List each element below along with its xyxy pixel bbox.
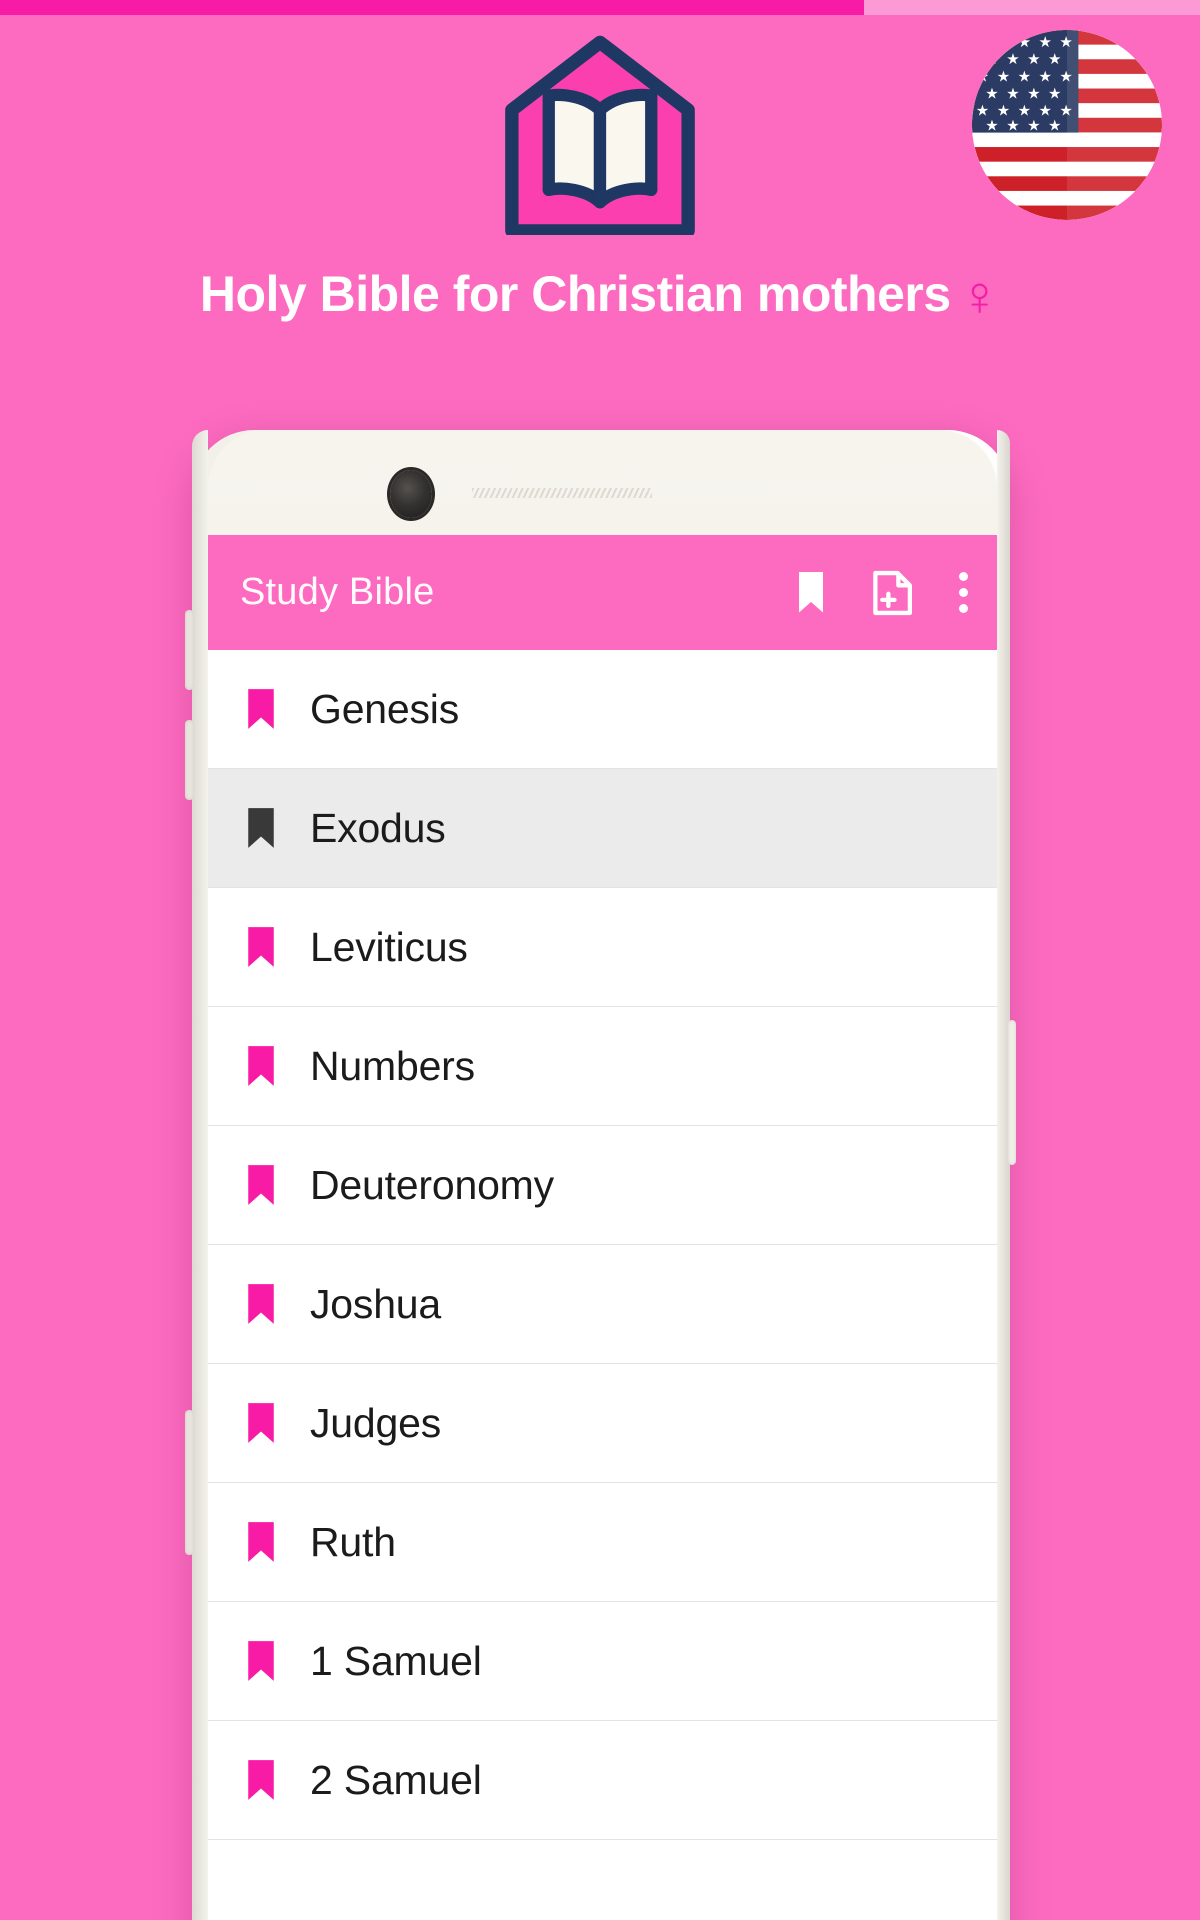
page-title: Holy Bible for Christian mothers ♀ bbox=[0, 260, 1200, 333]
page-title-line2: mothers bbox=[756, 266, 951, 322]
us-flag-icon[interactable]: ★ ★ ★ ★ ★ ★ ★ ★ ★ ★ ★ ★ ★ ★ ★ ★ ★ ★ ★ ★ ★ ★ ★ bbox=[972, 30, 1162, 220]
book-list-item[interactable]: Genesis bbox=[208, 650, 997, 769]
app-store-promo-screenshot: ★ ★ ★ ★ ★ ★ ★ ★ ★ ★ ★ ★ ★ ★ ★ ★ ★ ★ ★ ★ ★ ★ ★ bbox=[0, 0, 1200, 1920]
book-house-logo-icon bbox=[498, 30, 703, 235]
bookmark-icon[interactable] bbox=[244, 686, 278, 732]
bookmark-icon[interactable] bbox=[787, 568, 835, 618]
book-list-item[interactable]: Judges bbox=[208, 1364, 997, 1483]
svg-text:★: ★ bbox=[1039, 68, 1053, 85]
volume-down-button[interactable] bbox=[185, 720, 194, 800]
page-title-line1: Holy Bible for Christian bbox=[199, 266, 744, 322]
svg-text:★: ★ bbox=[1048, 85, 1062, 102]
phone-left-edge bbox=[192, 430, 208, 1920]
svg-text:★: ★ bbox=[1027, 51, 1041, 68]
svg-text:★: ★ bbox=[985, 85, 999, 102]
svg-text:★: ★ bbox=[997, 68, 1011, 85]
book-list-item-label: Exodus bbox=[310, 804, 446, 851]
book-list-item-label: Ruth bbox=[310, 1518, 396, 1565]
svg-text:★: ★ bbox=[1048, 118, 1062, 135]
app-toolbar: Study Bible bbox=[208, 535, 997, 650]
book-list-item-label: Joshua bbox=[310, 1280, 442, 1327]
book-list-item[interactable]: Numbers bbox=[208, 1007, 997, 1126]
book-list-item[interactable]: Joshua bbox=[208, 1245, 997, 1364]
bookmark-icon[interactable] bbox=[244, 1162, 278, 1208]
phone-top-bezel bbox=[208, 430, 997, 535]
book-list-item-label: Deuteronomy bbox=[310, 1161, 554, 1208]
phone-right-edge bbox=[997, 430, 1010, 1920]
book-list-item[interactable]: Ruth bbox=[208, 1483, 997, 1602]
overflow-dot bbox=[958, 588, 968, 597]
bookmark-icon[interactable] bbox=[244, 1400, 278, 1446]
power-button[interactable] bbox=[1008, 1020, 1016, 1165]
overflow-dot bbox=[958, 572, 968, 581]
svg-text:★: ★ bbox=[1039, 34, 1053, 51]
book-list-item-label: Judges bbox=[310, 1399, 442, 1446]
promo-header: ★ ★ ★ ★ ★ ★ ★ ★ ★ ★ ★ ★ ★ ★ ★ ★ ★ ★ ★ ★ ★ ★ ★ bbox=[0, 0, 1200, 430]
svg-text:★: ★ bbox=[985, 51, 999, 68]
app-toolbar-actions bbox=[787, 568, 975, 618]
app-toolbar-title: Study Bible bbox=[240, 571, 435, 613]
svg-text:★: ★ bbox=[985, 118, 999, 135]
book-list-item-label: Leviticus bbox=[310, 923, 468, 970]
venus-symbol-icon: ♀ bbox=[958, 264, 1001, 327]
front-camera-icon bbox=[390, 470, 432, 518]
progress-bar-fill bbox=[0, 0, 864, 15]
book-list-item[interactable]: Exodus bbox=[208, 769, 997, 888]
svg-text:★: ★ bbox=[1027, 85, 1041, 102]
phone-mockup: Study Bible Genesis Exodus Leviticus Num… bbox=[185, 430, 1016, 1920]
svg-text:★: ★ bbox=[1006, 118, 1020, 135]
page-load-progress-bar bbox=[0, 0, 1200, 15]
book-list-item[interactable]: Leviticus bbox=[208, 888, 997, 1007]
book-list-item[interactable]: 1 Samuel bbox=[208, 1602, 997, 1721]
bookmark-icon[interactable] bbox=[244, 1519, 278, 1565]
bookmark-icon[interactable] bbox=[244, 1638, 278, 1684]
bookmark-icon[interactable] bbox=[244, 924, 278, 970]
earpiece-speaker-icon bbox=[472, 488, 652, 498]
book-list-item-label: 1 Samuel bbox=[310, 1637, 482, 1684]
bookmark-icon[interactable] bbox=[244, 1043, 278, 1089]
bookmark-filled-icon[interactable] bbox=[244, 805, 278, 851]
volume-up-button[interactable] bbox=[185, 610, 194, 690]
book-list-item[interactable]: 2 Samuel bbox=[208, 1721, 997, 1840]
overflow-menu-icon[interactable] bbox=[951, 568, 975, 618]
book-list-item-label: 2 Samuel bbox=[310, 1756, 482, 1803]
svg-text:★: ★ bbox=[1018, 34, 1032, 51]
note-add-icon[interactable] bbox=[869, 568, 917, 618]
app-screen: Study Bible Genesis Exodus Leviticus Num… bbox=[208, 535, 997, 1920]
svg-text:★: ★ bbox=[1048, 51, 1062, 68]
bible-book-list[interactable]: Genesis Exodus Leviticus Numbers Deuteronomy… bbox=[208, 650, 997, 1840]
volume-rocker-button[interactable] bbox=[185, 1410, 194, 1555]
svg-text:★: ★ bbox=[1006, 51, 1020, 68]
bookmark-icon[interactable] bbox=[244, 1281, 278, 1327]
svg-text:★: ★ bbox=[1018, 68, 1032, 85]
book-list-item-label: Genesis bbox=[310, 685, 460, 732]
overflow-dot bbox=[958, 604, 968, 613]
svg-text:★: ★ bbox=[1006, 85, 1020, 102]
book-list-item[interactable]: Deuteronomy bbox=[208, 1126, 997, 1245]
bookmark-icon[interactable] bbox=[244, 1757, 278, 1803]
svg-text:★: ★ bbox=[997, 34, 1011, 51]
book-list-item-label: Numbers bbox=[310, 1042, 475, 1089]
svg-text:★: ★ bbox=[976, 68, 990, 85]
svg-text:★: ★ bbox=[976, 34, 990, 51]
svg-text:★: ★ bbox=[1027, 118, 1041, 135]
